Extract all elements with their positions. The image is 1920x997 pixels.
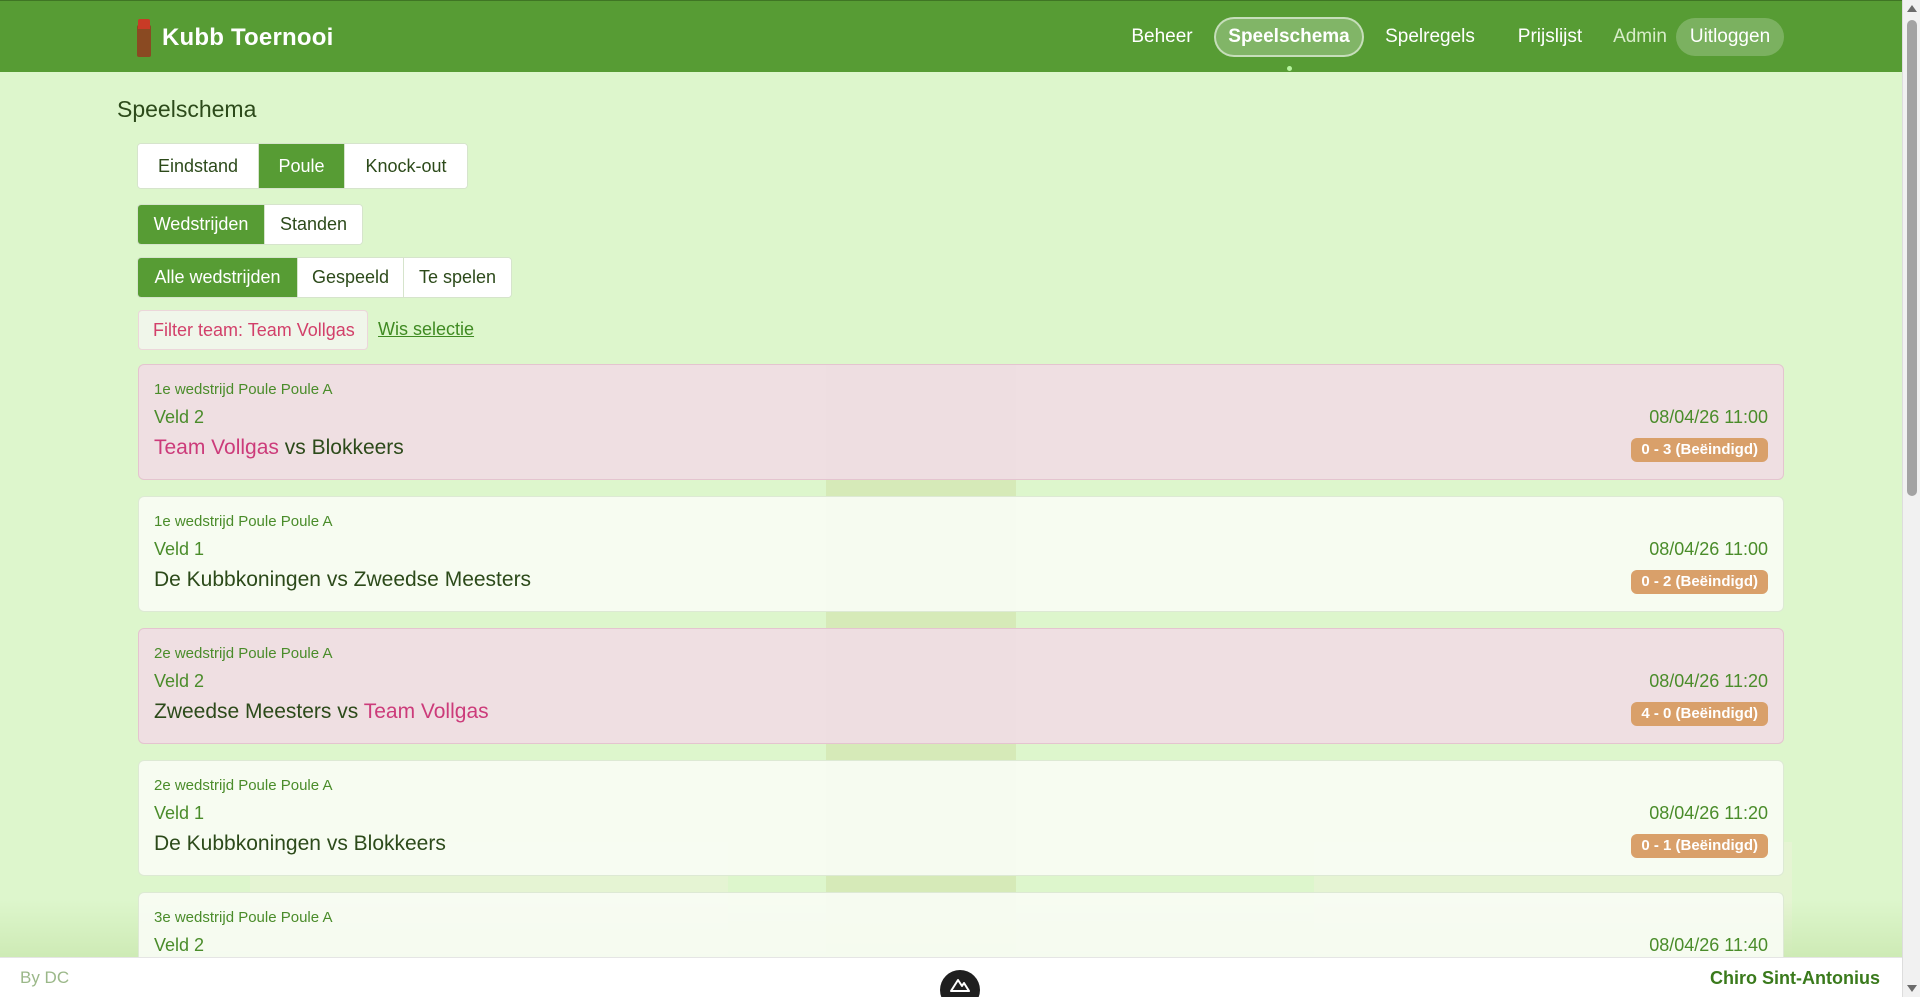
footer-organisation: Chiro Sint-Antonius: [1710, 968, 1880, 988]
score-badge: 0 - 2 (Beëindigd): [1631, 570, 1768, 594]
match-teams: Zweedse Meesters vs Team Vollgas: [154, 700, 489, 724]
team-away: Blokkeers: [353, 832, 446, 855]
match-teams: De Kubbkoningen vs Zweedse Meesters: [154, 568, 531, 592]
nav-admin[interactable]: Admin: [1610, 17, 1670, 57]
match-card[interactable]: 2e wedstrijd Poule Poule A Veld 2 Zweeds…: [138, 628, 1784, 744]
team-home: Zweedse Meesters: [154, 700, 332, 723]
devtools-icon[interactable]: [940, 970, 980, 997]
page-title: Speelschema: [117, 96, 257, 122]
match-card[interactable]: 2e wedstrijd Poule Poule A Veld 1 De Kub…: [138, 760, 1784, 876]
match-round: 2e wedstrijd Poule Poule A: [154, 645, 333, 662]
filter-te-spelen[interactable]: Te spelen: [404, 258, 511, 297]
team-home: De Kubbkoningen: [154, 832, 321, 855]
footer-credit: By DC: [20, 968, 70, 987]
match-datetime: 08/04/26 11:20: [1649, 671, 1768, 691]
nav-beheer[interactable]: Beheer: [1122, 17, 1202, 57]
match-round: 3e wedstrijd Poule Poule A: [154, 909, 333, 926]
match-field: Veld 2: [154, 671, 205, 691]
vertical-scrollbar[interactable]: [1902, 0, 1920, 997]
nav-prijslijst[interactable]: Prijslijst: [1510, 17, 1590, 57]
team-home: De Kubbkoningen: [154, 568, 321, 591]
tab-poule[interactable]: Poule: [259, 144, 345, 188]
match-teams: De Kubbkoningen vs Blokkeers: [154, 832, 446, 856]
app-title: Kubb Toernooi: [162, 24, 334, 51]
scrollbar-thumb[interactable]: [1907, 20, 1917, 496]
match-round: 2e wedstrijd Poule Poule A: [154, 777, 333, 794]
vs-label: vs: [337, 700, 359, 723]
team-away: Zweedse Meesters: [353, 568, 532, 591]
match-field: Veld 1: [154, 803, 205, 823]
top-navbar: Kubb Toernooi Beheer Speelschema Spelreg…: [0, 0, 1902, 72]
match-card[interactable]: 1e wedstrijd Poule Poule A Veld 2 Team V…: [138, 364, 1784, 480]
score-badge: 0 - 3 (Beëindigd): [1631, 438, 1768, 462]
tab-eindstand[interactable]: Eindstand: [138, 144, 259, 188]
vs-label: vs: [326, 832, 348, 855]
filter-alle-wedstrijden[interactable]: Alle wedstrijden: [138, 258, 298, 297]
tab-knock-out[interactable]: Knock-out: [345, 144, 467, 188]
match-datetime: 08/04/26 11:40: [1649, 935, 1768, 955]
brand[interactable]: Kubb Toernooi: [137, 19, 333, 57]
match-field: Veld 1: [154, 539, 205, 559]
tab-standen[interactable]: Standen: [265, 205, 362, 244]
kubb-logo-icon: [137, 19, 153, 57]
vs-label: vs: [284, 436, 306, 459]
view-tabs: Eindstand Poule Knock-out: [137, 143, 468, 189]
nav-speelschema[interactable]: Speelschema: [1214, 17, 1364, 57]
team-filter-badge: Filter team: Team Vollgas: [138, 310, 368, 350]
score-badge: 0 - 1 (Beëindigd): [1631, 834, 1768, 858]
team-away: Team Vollgas: [363, 700, 489, 723]
scroll-up-icon[interactable]: [1907, 5, 1917, 12]
active-indicator: [1287, 66, 1292, 71]
scroll-down-icon[interactable]: [1907, 985, 1917, 992]
match-datetime: 08/04/26 11:00: [1649, 539, 1768, 559]
vs-label: vs: [326, 568, 348, 591]
filter-gespeeld[interactable]: Gespeeld: [298, 258, 404, 297]
logout-button[interactable]: Uitloggen: [1676, 18, 1784, 56]
nav-spelregels[interactable]: Spelregels: [1380, 17, 1480, 57]
match-round: 1e wedstrijd Poule Poule A: [154, 381, 333, 398]
score-badge: 4 - 0 (Beëindigd): [1631, 702, 1768, 726]
clear-selection-link[interactable]: Wis selectie: [378, 319, 474, 340]
match-field: Veld 2: [154, 407, 205, 427]
match-teams: Team Vollgas vs Blokkeers: [154, 436, 404, 460]
footer: By DC Chiro Sint-Antonius: [0, 957, 1902, 997]
match-datetime: 08/04/26 11:00: [1649, 407, 1768, 427]
match-field: Veld 2: [154, 935, 205, 955]
team-away: Blokkeers: [311, 436, 404, 459]
match-round: 1e wedstrijd Poule Poule A: [154, 513, 333, 530]
match-datetime: 08/04/26 11:20: [1649, 803, 1768, 823]
tab-wedstrijden[interactable]: Wedstrijden: [138, 205, 265, 244]
match-filter-tabs: Alle wedstrijden Gespeeld Te spelen: [137, 257, 512, 298]
sub-tabs: Wedstrijden Standen: [137, 204, 363, 245]
team-home: Team Vollgas: [154, 436, 279, 459]
match-card[interactable]: 1e wedstrijd Poule Poule A Veld 1 De Kub…: [138, 496, 1784, 612]
